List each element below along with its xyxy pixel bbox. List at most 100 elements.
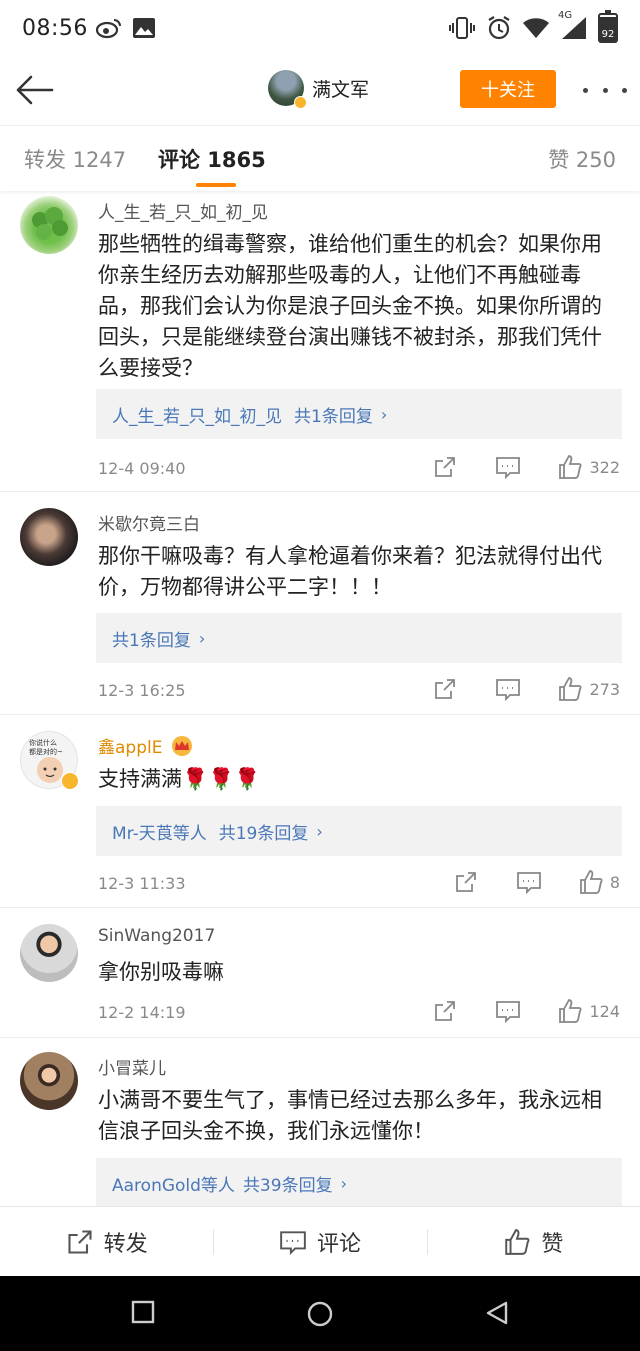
post-action-bar: 转发 评论 赞	[0, 1206, 640, 1276]
like-label: 赞	[541, 1231, 564, 1257]
commenter-name[interactable]: SinWang2017	[98, 926, 215, 946]
avatar[interactable]	[20, 1052, 78, 1110]
comment-time: 12-3 11:33	[98, 874, 186, 893]
comment-icon	[496, 1001, 521, 1023]
wifi-icon	[522, 17, 550, 39]
tab-comments[interactable]: 评论 1865	[158, 144, 266, 174]
comment-button[interactable]: 评论	[213, 1207, 426, 1276]
reply-comment-button[interactable]	[495, 455, 521, 479]
author-name[interactable]: 满文军	[312, 75, 369, 102]
triangle-back-icon	[486, 1301, 508, 1325]
dot-icon	[583, 87, 588, 93]
reply-comment-button[interactable]	[495, 677, 521, 701]
comment-time: 12-4 09:40	[98, 459, 186, 478]
dot-icon	[622, 87, 627, 93]
divider	[0, 1037, 640, 1038]
like-comment-button[interactable]: 8	[578, 869, 620, 895]
reply-summary[interactable]: Mr-天莨等人 共19条回复 ›	[96, 806, 622, 856]
circle-icon	[307, 1301, 333, 1327]
reply-summary[interactable]: AaronGold等人 共39条回复 ›	[96, 1158, 622, 1208]
avatar[interactable]	[20, 196, 78, 254]
system-back-button[interactable]	[484, 1300, 510, 1330]
share-icon	[68, 1229, 92, 1254]
chevron-right-icon: ›	[316, 821, 323, 841]
commenter-name[interactable]: 小冒菜儿	[98, 1054, 166, 1079]
divider	[0, 491, 640, 492]
divider	[0, 714, 640, 715]
share-comment-button[interactable]	[454, 870, 478, 894]
comment-text: 那些牺牲的缉毒警察，谁给他们重生的机会？如果你用你亲生经历去劝解那些吸毒的人，让…	[98, 232, 602, 380]
post-author[interactable]: 满文军	[268, 70, 369, 109]
reply-count: 共1条回复	[294, 406, 373, 427]
reply-comment-button[interactable]	[495, 999, 521, 1023]
gallery-icon	[132, 17, 156, 39]
crown-badge-icon	[171, 736, 192, 756]
thumbs-up-icon	[579, 870, 603, 894]
nav-bar: 满文军 十关注	[0, 56, 640, 122]
comment-text: 支持满满🌹🌹🌹	[98, 767, 261, 791]
recents-button[interactable]	[131, 1300, 155, 1328]
avatar[interactable]	[20, 508, 78, 566]
comment-icon	[496, 679, 521, 701]
dot-icon	[602, 87, 608, 93]
comment-time: 12-2 14:19	[98, 1003, 186, 1022]
comment-icon	[516, 872, 541, 894]
commenter-name[interactable]: 鑫applE	[98, 733, 194, 758]
comment-text: 拿你别吸毒嘛	[98, 960, 224, 984]
vibrate-icon	[448, 16, 476, 40]
network-type: 4G	[558, 10, 573, 21]
avatar[interactable]: 你说什么 都是对的~	[20, 731, 79, 790]
comment-actions: 322	[433, 454, 620, 480]
commenter-name[interactable]: 米歇尔竟三白	[98, 510, 200, 535]
divider	[0, 907, 640, 908]
share-icon	[435, 679, 456, 699]
like-count: 124	[589, 1001, 620, 1021]
battery-level: 92	[601, 29, 615, 40]
commenter-name-text: 鑫applE	[98, 738, 163, 758]
tab-likes[interactable]: 赞 250	[548, 144, 616, 174]
like-button[interactable]: 赞	[426, 1207, 640, 1276]
like-count: 322	[589, 457, 620, 477]
back-arrow-icon	[16, 75, 54, 105]
like-comment-button[interactable]: 273	[557, 676, 620, 702]
verified-badge-icon	[294, 96, 307, 109]
like-comment-button[interactable]: 124	[557, 998, 620, 1024]
home-button[interactable]	[306, 1300, 334, 1332]
like-count: 8	[609, 872, 620, 892]
more-options-button[interactable]	[583, 78, 627, 102]
signal-icon: 4G	[558, 10, 588, 40]
thumbs-up-icon	[559, 677, 583, 701]
battery-icon: 92	[598, 10, 618, 43]
comment-label: 评论	[316, 1231, 361, 1257]
back-button[interactable]	[14, 70, 54, 110]
reply-comment-button[interactable]	[516, 870, 542, 894]
share-icon	[455, 872, 476, 892]
verified-badge-icon	[61, 772, 79, 790]
like-comment-button[interactable]: 322	[557, 454, 620, 480]
forward-button[interactable]: 转发	[0, 1207, 213, 1276]
comment-text: 那你干嘛吸毒？有人拿枪逼着你来着？犯法就得付出代价，万物都得讲公平二字！！！	[98, 544, 602, 599]
thumbs-up-icon	[505, 1228, 530, 1255]
reply-summary[interactable]: 共1条回复 ›	[96, 613, 622, 663]
reply-count: 共1条回复	[112, 630, 191, 651]
comment-actions: 124	[433, 998, 620, 1024]
avatar[interactable]	[268, 70, 307, 109]
chevron-right-icon: ›	[380, 404, 388, 424]
tab-forwards[interactable]: 转发 1247	[24, 144, 126, 174]
chevron-right-icon: ›	[340, 1173, 347, 1193]
avatar[interactable]	[20, 924, 78, 982]
system-navigation-bar	[0, 1276, 640, 1351]
square-icon	[131, 1300, 155, 1324]
commenter-name[interactable]: 人_生_若_只_如_初_见	[98, 198, 268, 223]
share-comment-button[interactable]	[433, 999, 457, 1023]
active-tab-indicator	[196, 183, 236, 187]
reply-authors: AaronGold等人	[112, 1175, 235, 1196]
share-comment-button[interactable]	[433, 455, 457, 479]
share-comment-button[interactable]	[433, 677, 457, 701]
weibo-icon	[95, 17, 122, 39]
like-count: 273	[589, 679, 620, 699]
reply-summary[interactable]: 人_生_若_只_如_初_见 共1条回复 ›	[96, 389, 622, 439]
share-icon	[435, 457, 456, 477]
comment-text: 小满哥不要生气了，事情已经过去那么多年，我永远相信浪子回头金不换，我们永远懂你！	[98, 1088, 602, 1143]
follow-button[interactable]: 十关注	[460, 70, 556, 108]
